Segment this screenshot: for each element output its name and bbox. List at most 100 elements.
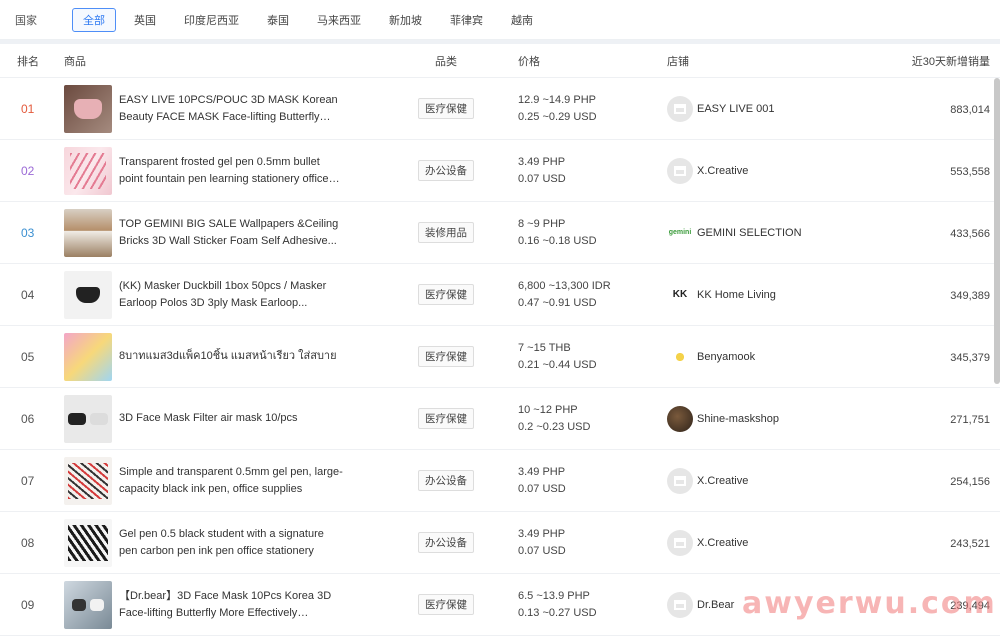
- header-shop: 店铺: [667, 55, 689, 68]
- rank-number: 06: [21, 411, 35, 426]
- sales-count: 883,014: [950, 103, 990, 116]
- price-usd: 0.2 ~0.23 USD: [518, 420, 591, 433]
- price-usd: 0.16 ~0.18 USD: [518, 234, 597, 247]
- shop-logo-icon: [667, 343, 693, 370]
- country-tab-thailand[interactable]: 泰国: [257, 8, 299, 32]
- price-usd: 0.07 USD: [518, 482, 566, 495]
- product-title[interactable]: Simple and transparent 0.5mm gel pen, la…: [119, 464, 344, 498]
- shop-name[interactable]: Shine-maskshop: [697, 413, 779, 425]
- category-tag: 办公设备: [418, 532, 474, 553]
- table-row[interactable]: 02 Transparent frosted gel pen 0.5mm bul…: [0, 140, 1000, 202]
- country-tab-vietnam[interactable]: 越南: [501, 8, 543, 32]
- header-rank: 排名: [17, 55, 39, 68]
- rank-number: 07: [21, 473, 35, 488]
- shop-logo-icon: [667, 219, 693, 246]
- table-row[interactable]: 05 8บาทแมส3dแพ็ค10ชิ้น แมสหน้าเรียว ใส่ส…: [0, 326, 1000, 388]
- shop-name[interactable]: EASY LIVE 001: [697, 103, 774, 115]
- price-local: 6.5 ~13.9 PHP: [518, 589, 590, 602]
- shop-logo-icon: [667, 281, 693, 308]
- rank-number: 08: [21, 535, 35, 550]
- table-row[interactable]: 01 EASY LIVE 10PCS/POUC 3D MASK Korean B…: [0, 78, 1000, 140]
- product-thumbnail[interactable]: [64, 580, 112, 629]
- country-tab-all[interactable]: 全部: [72, 7, 116, 32]
- price-usd: 0.21 ~0.44 USD: [518, 358, 597, 371]
- product-thumbnail[interactable]: [64, 456, 112, 505]
- category-tag: 医疗保健: [418, 98, 474, 119]
- price-usd: 0.13 ~0.27 USD: [518, 606, 597, 619]
- header-product: 商品: [64, 55, 86, 68]
- category-tag: 医疗保健: [418, 408, 474, 429]
- price-usd: 0.07 USD: [518, 172, 566, 185]
- sales-count: 345,379: [950, 351, 990, 364]
- price-local: 6,800 ~13,300 IDR: [518, 279, 611, 292]
- price-usd: 0.07 USD: [518, 544, 566, 557]
- watermark: awyerwu.com: [742, 586, 997, 621]
- sales-count: 349,389: [950, 289, 990, 302]
- rank-number: 05: [21, 349, 35, 364]
- product-title[interactable]: TOP GEMINI BIG SALE Wallpapers &Ceiling …: [119, 216, 344, 250]
- sales-count: 243,521: [950, 537, 990, 550]
- category-tag: 办公设备: [418, 470, 474, 491]
- table-row[interactable]: 04 (KK) Masker Duckbill 1box 50pcs / Mas…: [0, 264, 1000, 326]
- product-title[interactable]: 8บาทแมส3dแพ็ค10ชิ้น แมสหน้าเรียว ใส่สบาย: [119, 348, 344, 365]
- shop-store-icon: [667, 591, 693, 618]
- product-title[interactable]: Gel pen 0.5 black student with a signatu…: [119, 526, 344, 560]
- table-row[interactable]: 07 Simple and transparent 0.5mm gel pen,…: [0, 450, 1000, 512]
- sales-count: 433,566: [950, 227, 990, 240]
- shop-name[interactable]: X.Creative: [697, 475, 748, 487]
- table-row[interactable]: 06 3D Face Mask Filter air mask 10/pcs 医…: [0, 388, 1000, 450]
- country-tab-singapore[interactable]: 新加坡: [379, 8, 432, 32]
- product-title[interactable]: Transparent frosted gel pen 0.5mm bullet…: [119, 154, 344, 188]
- header-sales[interactable]: 近30天新增销量: [897, 53, 990, 69]
- shop-name[interactable]: X.Creative: [697, 537, 748, 549]
- price-local: 3.49 PHP: [518, 465, 566, 478]
- shop-store-icon: [667, 157, 693, 184]
- shop-store-icon: [667, 95, 693, 122]
- product-thumbnail[interactable]: [64, 270, 112, 319]
- product-thumbnail[interactable]: [64, 146, 112, 195]
- rank-number: 09: [21, 597, 35, 612]
- header-price: 价格: [518, 55, 540, 68]
- country-tab-malaysia[interactable]: 马来西亚: [307, 8, 371, 32]
- product-title[interactable]: EASY LIVE 10PCS/POUC 3D MASK Korean Beau…: [119, 92, 344, 126]
- country-tab-philippines[interactable]: 菲律宾: [440, 8, 493, 32]
- price-local: 12.9 ~14.9 PHP: [518, 93, 596, 106]
- table-row[interactable]: 08 Gel pen 0.5 black student with a sign…: [0, 512, 1000, 574]
- shop-name[interactable]: X.Creative: [697, 165, 748, 177]
- product-title[interactable]: 【Dr.bear】3D Face Mask 10Pcs Korea 3D Fac…: [119, 588, 344, 622]
- price-usd: 0.25 ~0.29 USD: [518, 110, 597, 123]
- price-local: 3.49 PHP: [518, 527, 566, 540]
- shop-store-icon: [667, 529, 693, 556]
- table-header: 排名 商品 品类 价格 店铺 近30天新增销量: [0, 44, 1000, 78]
- price-local: 10 ~12 PHP: [518, 403, 578, 416]
- country-tab-indonesia[interactable]: 印度尼西亚: [174, 8, 249, 32]
- price-local: 7 ~15 THB: [518, 341, 571, 354]
- category-tag: 装修用品: [418, 222, 474, 243]
- shop-name[interactable]: KK Home Living: [697, 289, 776, 301]
- category-tag: 医疗保健: [418, 346, 474, 367]
- rank-number: 01: [21, 101, 35, 116]
- sales-count: 254,156: [950, 475, 990, 488]
- shop-name[interactable]: Dr.Bear: [697, 599, 734, 611]
- header-category: 品类: [435, 55, 457, 68]
- shop-name[interactable]: GEMINI SELECTION: [697, 227, 802, 239]
- product-thumbnail[interactable]: [64, 394, 112, 443]
- product-title[interactable]: (KK) Masker Duckbill 1box 50pcs / Masker…: [119, 278, 344, 312]
- shop-name[interactable]: Benyamook: [697, 351, 755, 363]
- product-title[interactable]: 3D Face Mask Filter air mask 10/pcs: [119, 410, 344, 427]
- product-thumbnail[interactable]: [64, 208, 112, 257]
- rank-number: 02: [21, 163, 35, 178]
- table-row[interactable]: 03 TOP GEMINI BIG SALE Wallpapers &Ceili…: [0, 202, 1000, 264]
- sales-count: 553,558: [950, 165, 990, 178]
- rank-number: 03: [21, 225, 35, 240]
- shop-store-icon: [667, 467, 693, 494]
- product-thumbnail[interactable]: [64, 332, 112, 381]
- product-thumbnail[interactable]: [64, 518, 112, 567]
- country-tab-uk[interactable]: 英国: [124, 8, 166, 32]
- product-thumbnail[interactable]: [64, 84, 112, 133]
- vertical-scrollbar[interactable]: [994, 78, 1000, 384]
- category-tag: 办公设备: [418, 160, 474, 181]
- country-filter-label: 国家: [15, 14, 37, 27]
- category-tag: 医疗保健: [418, 594, 474, 615]
- country-filter-bar: 国家 全部 英国 印度尼西亚 泰国 马来西亚 新加坡 菲律宾 越南: [0, 0, 1000, 40]
